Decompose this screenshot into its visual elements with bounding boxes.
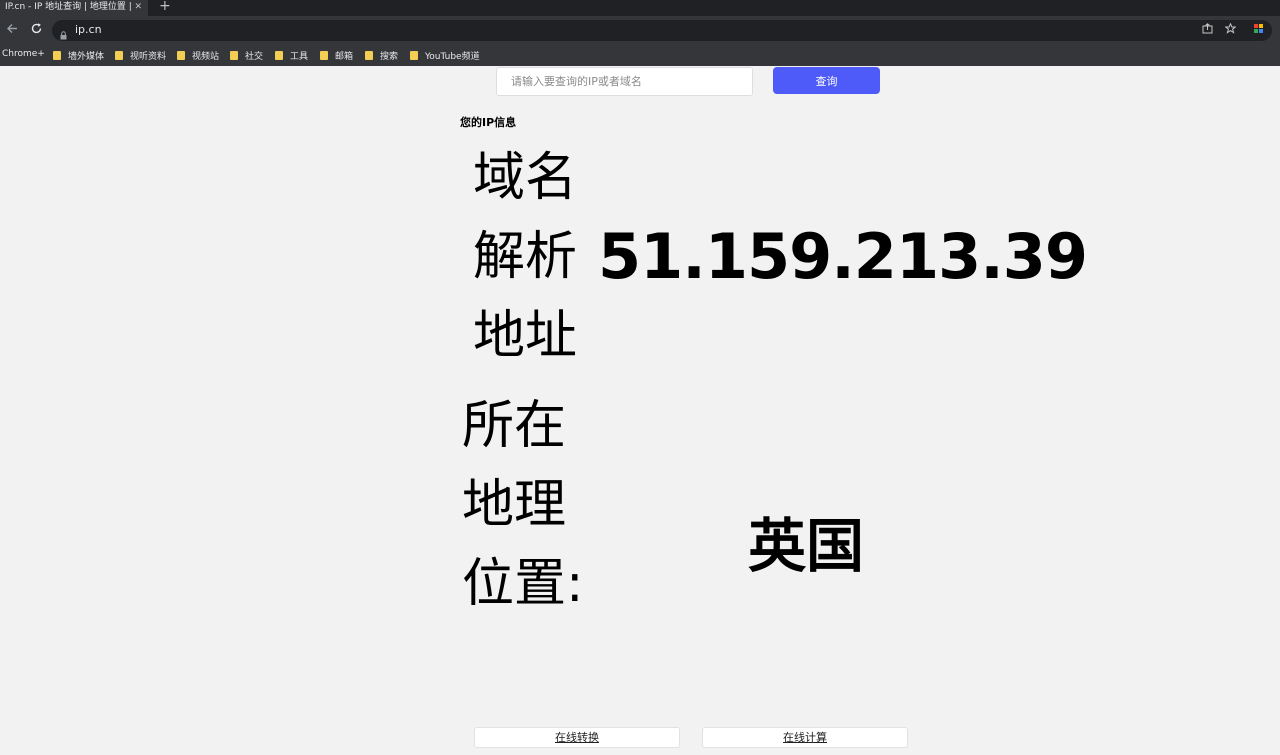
star-icon[interactable] — [1224, 22, 1237, 37]
search-button[interactable]: 查询 — [773, 67, 880, 94]
address-bar[interactable]: ip.cn — [52, 20, 1272, 41]
bookmark-folder[interactable]: 视听资料 — [115, 49, 166, 62]
extension-icon[interactable] — [1253, 23, 1264, 37]
folder-icon — [410, 51, 418, 60]
ip-address-value: 51.159.213.39 — [598, 220, 1088, 293]
tab-strip: IP.cn - IP 地址查询 | 地理位置 | 手 ✕ + — [0, 0, 1280, 16]
location-value: 英国 — [748, 512, 865, 580]
folder-icon — [177, 51, 185, 60]
search-input[interactable] — [496, 67, 753, 96]
folder-icon — [230, 51, 238, 60]
domain-label: 域名解析地址 — [472, 148, 577, 366]
bookmark-folder[interactable]: 邮箱 — [320, 49, 353, 62]
bookmark-folder[interactable]: 工具 — [275, 49, 308, 62]
online-convert-link[interactable]: 在线转换 — [474, 727, 680, 748]
online-calc-link[interactable]: 在线计算 — [702, 727, 908, 748]
bookmark-folder[interactable]: 视频站 — [177, 49, 219, 62]
reload-icon[interactable] — [30, 22, 43, 39]
bookmark-chrome-plus[interactable]: Chrome+ — [2, 49, 45, 59]
lock-icon — [60, 25, 67, 40]
url-text: ip.cn — [75, 23, 102, 36]
section-title: 您的IP信息 — [460, 116, 517, 129]
close-icon[interactable]: ✕ — [134, 0, 142, 15]
new-tab-icon[interactable]: + — [159, 0, 171, 14]
folder-icon — [275, 51, 283, 60]
browser-tab[interactable]: IP.cn - IP 地址查询 | 地理位置 | 手 ✕ — [0, 0, 148, 16]
folder-icon — [53, 51, 61, 60]
bookmark-folder[interactable]: 墙外媒体 — [53, 49, 104, 62]
bookmark-folder[interactable]: 社交 — [230, 49, 263, 62]
bookmark-folder[interactable]: 搜索 — [365, 49, 398, 62]
tab-title: IP.cn - IP 地址查询 | 地理位置 | 手 — [5, 2, 133, 12]
browser-toolbar: ip.cn — [0, 16, 1280, 46]
folder-icon — [115, 51, 123, 60]
folder-icon — [365, 51, 373, 60]
bookmark-folder[interactable]: YouTube频道 — [410, 49, 480, 62]
folder-icon — [320, 51, 328, 60]
back-arrow-icon[interactable] — [6, 22, 19, 39]
location-label: 所在地理位置: — [462, 396, 584, 614]
share-icon[interactable] — [1202, 23, 1213, 37]
bookmarks-bar: Chrome+ 墙外媒体 视听资料 视频站 社交 工具 邮箱 搜索 YouTub… — [0, 46, 1280, 66]
